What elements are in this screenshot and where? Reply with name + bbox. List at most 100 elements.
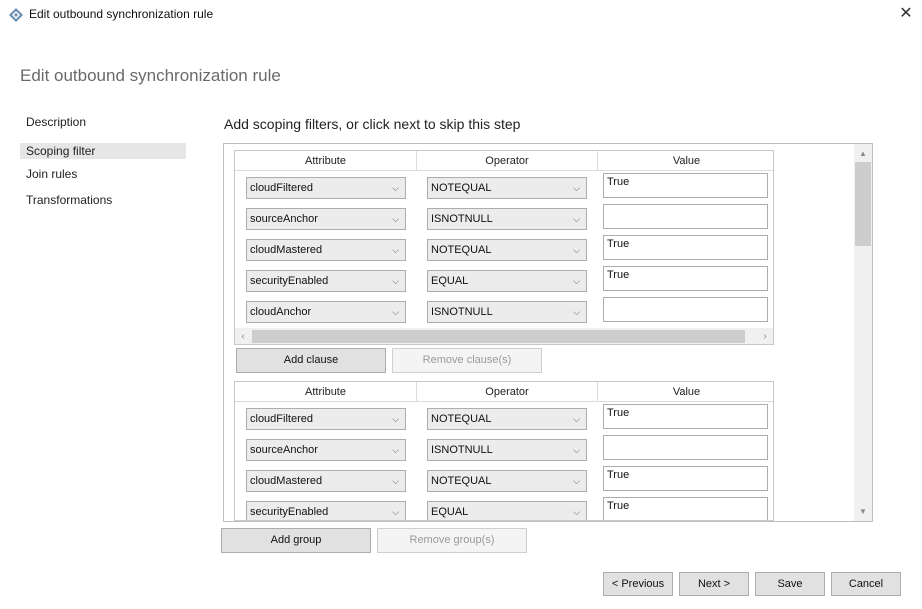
- clause-row: cloudFiltered ⌵ NOTEQUAL ⌵ True: [235, 404, 773, 432]
- close-button[interactable]: ✕: [896, 4, 916, 24]
- clause-row: sourceAnchor ⌵ ISNOTNULL ⌵: [235, 204, 773, 232]
- attribute-value: cloudFiltered: [250, 413, 313, 425]
- chevron-down-icon[interactable]: ▼: [854, 504, 872, 520]
- clause-row: sourceAnchor ⌵ ISNOTNULL ⌵: [235, 435, 773, 463]
- chevron-down-icon: ⌵: [573, 414, 580, 424]
- window-title: Edit outbound synchronization rule: [29, 7, 214, 21]
- nav-item-transformations[interactable]: Transformations: [20, 190, 186, 216]
- clause-row: securityEnabled ⌵ EQUAL ⌵ True: [235, 266, 773, 294]
- add-group-button[interactable]: Add group: [221, 528, 371, 553]
- column-header-value: Value: [598, 151, 773, 171]
- column-header-operator: Operator: [417, 151, 598, 171]
- column-header-attribute: Attribute: [235, 382, 417, 402]
- attribute-select[interactable]: cloudMastered ⌵: [246, 470, 406, 492]
- chevron-down-icon: ⌵: [392, 414, 399, 424]
- value-input[interactable]: True: [603, 404, 768, 429]
- attribute-value: cloudAnchor: [250, 306, 312, 318]
- operator-select[interactable]: ISNOTNULL ⌵: [427, 301, 587, 323]
- chevron-down-icon: ⌵: [392, 183, 399, 193]
- chevron-down-icon: ⌵: [573, 307, 580, 317]
- operator-select[interactable]: NOTEQUAL ⌵: [427, 470, 587, 492]
- scoping-group-1: Attribute Operator Value cloudFiltered ⌵ …: [234, 150, 774, 345]
- attribute-select[interactable]: sourceAnchor ⌵: [246, 439, 406, 461]
- operator-value: EQUAL: [431, 506, 469, 518]
- remove-group-button[interactable]: Remove group(s): [377, 528, 527, 553]
- value-input[interactable]: [603, 297, 768, 322]
- value-input[interactable]: [603, 435, 768, 460]
- chevron-down-icon: ⌵: [392, 214, 399, 224]
- operator-value: NOTEQUAL: [431, 413, 492, 425]
- chevron-down-icon: ⌵: [392, 476, 399, 486]
- attribute-value: securityEnabled: [250, 506, 329, 518]
- title-bar: Edit outbound synchronization rule ✕: [0, 0, 922, 30]
- previous-button[interactable]: < Previous: [603, 572, 673, 596]
- horizontal-scrollbar[interactable]: ‹ ›: [235, 328, 773, 344]
- operator-value: ISNOTNULL: [431, 306, 493, 318]
- attribute-select[interactable]: securityEnabled ⌵: [246, 270, 406, 292]
- attribute-select[interactable]: securityEnabled ⌵: [246, 501, 406, 520]
- next-button[interactable]: Next >: [679, 572, 749, 596]
- add-clause-button[interactable]: Add clause: [236, 348, 386, 373]
- operator-select[interactable]: ISNOTNULL ⌵: [427, 439, 587, 461]
- value-input[interactable]: True: [603, 235, 768, 260]
- value-input[interactable]: True: [603, 173, 768, 198]
- chevron-right-icon[interactable]: ›: [757, 328, 773, 344]
- operator-select[interactable]: NOTEQUAL ⌵: [427, 177, 587, 199]
- column-header-value: Value: [598, 382, 773, 402]
- chevron-down-icon: ⌵: [573, 507, 580, 517]
- remove-clause-button[interactable]: Remove clause(s): [392, 348, 542, 373]
- attribute-select[interactable]: cloudFiltered ⌵: [246, 177, 406, 199]
- attribute-value: sourceAnchor: [250, 213, 318, 225]
- vertical-scrollbar[interactable]: ▲ ▼: [854, 144, 872, 521]
- chevron-down-icon: ⌵: [392, 507, 399, 517]
- chevron-left-icon[interactable]: ‹: [235, 328, 251, 344]
- clause-row: cloudAnchor ⌵ ISNOTNULL ⌵: [235, 297, 773, 325]
- operator-select[interactable]: NOTEQUAL ⌵: [427, 239, 587, 261]
- nav-item-scoping-filter[interactable]: Scoping filter: [20, 143, 186, 159]
- attribute-value: cloudMastered: [250, 244, 323, 256]
- value-input[interactable]: True: [603, 266, 768, 291]
- attribute-select[interactable]: cloudFiltered ⌵: [246, 408, 406, 430]
- cancel-button[interactable]: Cancel: [831, 572, 901, 596]
- operator-select[interactable]: EQUAL ⌵: [427, 270, 587, 292]
- attribute-select[interactable]: cloudAnchor ⌵: [246, 301, 406, 323]
- save-button[interactable]: Save: [755, 572, 825, 596]
- column-header-operator: Operator: [417, 382, 598, 402]
- scoping-group-2: Attribute Operator Value cloudFiltered ⌵ …: [234, 381, 774, 521]
- chevron-down-icon: ⌵: [573, 214, 580, 224]
- scoping-filter-panel: Attribute Operator Value cloudFiltered ⌵ …: [223, 143, 873, 522]
- operator-value: NOTEQUAL: [431, 475, 492, 487]
- operator-value: EQUAL: [431, 275, 469, 287]
- attribute-value: sourceAnchor: [250, 444, 318, 456]
- nav-item-join-rules[interactable]: Join rules: [20, 164, 186, 190]
- attribute-value: cloudFiltered: [250, 182, 313, 194]
- operator-value: NOTEQUAL: [431, 182, 492, 194]
- chevron-up-icon[interactable]: ▲: [854, 146, 872, 162]
- value-input[interactable]: True: [603, 466, 768, 491]
- operator-value: ISNOTNULL: [431, 213, 493, 225]
- chevron-down-icon: ⌵: [392, 445, 399, 455]
- chevron-down-icon: ⌵: [573, 476, 580, 486]
- chevron-down-icon: ⌵: [392, 276, 399, 286]
- operator-value: NOTEQUAL: [431, 244, 492, 256]
- operator-select[interactable]: EQUAL ⌵: [427, 501, 587, 520]
- horizontal-scroll-thumb[interactable]: [252, 330, 745, 343]
- attribute-select[interactable]: sourceAnchor ⌵: [246, 208, 406, 230]
- vertical-scroll-thumb[interactable]: [855, 162, 871, 246]
- chevron-down-icon: ⌵: [573, 445, 580, 455]
- attribute-value: cloudMastered: [250, 475, 323, 487]
- nav-item-description[interactable]: Description: [20, 112, 186, 138]
- sync-diamond-icon: [9, 8, 23, 22]
- operator-select[interactable]: NOTEQUAL ⌵: [427, 408, 587, 430]
- attribute-value: securityEnabled: [250, 275, 329, 287]
- chevron-down-icon: ⌵: [573, 276, 580, 286]
- clause-row: securityEnabled ⌵ EQUAL ⌵ True: [235, 497, 773, 520]
- operator-select[interactable]: ISNOTNULL ⌵: [427, 208, 587, 230]
- chevron-down-icon: ⌵: [573, 245, 580, 255]
- value-input[interactable]: [603, 204, 768, 229]
- step-heading: Add scoping filters, or click next to sk…: [224, 116, 521, 132]
- attribute-select[interactable]: cloudMastered ⌵: [246, 239, 406, 261]
- page-title: Edit outbound synchronization rule: [20, 66, 281, 85]
- value-input[interactable]: True: [603, 497, 768, 520]
- clause-row: cloudFiltered ⌵ NOTEQUAL ⌵ True: [235, 173, 773, 201]
